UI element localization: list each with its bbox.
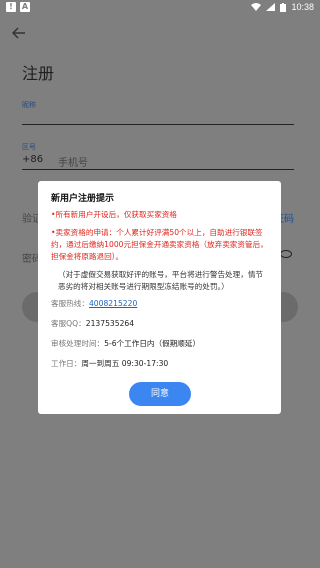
notice-paragraph-3: （对于虚假交易获取好评的账号，平台将进行警告处理，情节恶劣的将对相关账号进行期限… (58, 270, 264, 291)
register-notice-dialog: 新用户注册提示 •所有新用户开设后，仅获取买家资格 •卖家资格的申请：个人累计好… (38, 181, 281, 414)
hotline-label: 客服热线： (51, 299, 89, 308)
review-time-row: 审核处理时间：5-6个工作日内（假期顺延） (51, 339, 269, 349)
hotline-link[interactable]: 4008215220 (89, 299, 137, 308)
dialog-title: 新用户注册提示 (51, 194, 115, 204)
workday-label: 工作日： (51, 359, 82, 368)
region-label: 区号 (22, 143, 36, 151)
page-title: 注册 (22, 64, 55, 83)
notice-paragraph-1: •所有新用户开设后，仅获取买家资格 (51, 210, 177, 219)
qq-row: 客服QQ：2137535264 (51, 319, 269, 329)
country-code-select[interactable]: +86 (22, 154, 43, 165)
nickname-label: 昵称 (22, 101, 36, 109)
agree-button[interactable]: 同意 (129, 382, 191, 406)
eye-icon[interactable] (280, 250, 292, 258)
hotline-row: 客服热线：4008215220 (51, 299, 269, 309)
workday-value: 周一到周五 09:30-17:30 (81, 359, 169, 368)
back-arrow-icon[interactable] (12, 26, 26, 40)
qq-label: 客服QQ： (51, 319, 86, 328)
workday-row: 工作日：周一到周五 09:30-17:30 (51, 359, 269, 368)
signal-icon (266, 3, 276, 11)
notice-paragraph-2: •卖家资格的申请：个人累计好评满50个以上，自助进行银联签约，通过后缴纳1000… (51, 228, 268, 261)
review-time-value: 5-6个工作日内（假期顺延） (104, 339, 201, 348)
phone-input[interactable]: 手机号 (58, 154, 88, 169)
clock: 10:38 (291, 2, 314, 12)
phone-field-line (22, 169, 294, 170)
a-notification-icon: A (20, 2, 30, 12)
alert-icon: ! (6, 2, 16, 12)
dialog-content[interactable]: •所有新用户开设后，仅获取买家资格 •卖家资格的申请：个人累计好评满50个以上，… (51, 209, 269, 368)
wifi-icon (251, 3, 262, 11)
status-bar: ! A 10:38 (0, 0, 320, 14)
nickname-field[interactable] (22, 124, 294, 125)
battery-icon (280, 2, 287, 12)
review-time-label: 审核处理时间： (51, 339, 105, 348)
qq-value: 2137535264 (85, 319, 135, 328)
